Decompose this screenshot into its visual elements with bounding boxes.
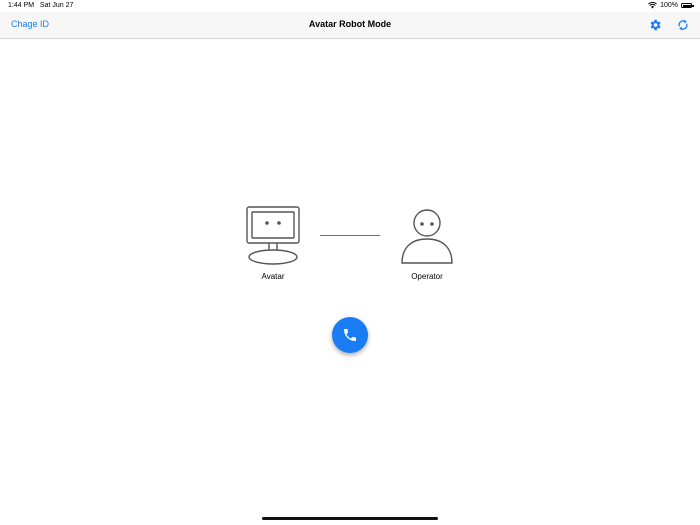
call-button[interactable] xyxy=(332,317,368,353)
page-title: Avatar Robot Mode xyxy=(308,19,392,29)
refresh-icon xyxy=(678,19,688,31)
avatar-node: Avatar xyxy=(240,205,306,281)
wifi-icon xyxy=(648,2,657,9)
settings-button[interactable] xyxy=(648,18,662,32)
battery-icon xyxy=(681,3,694,8)
connection-line xyxy=(320,235,380,237)
status-date-text: Sat Jun 27 xyxy=(39,2,74,9)
avatar-label: Avatar xyxy=(261,272,285,281)
phone-icon xyxy=(344,329,356,341)
gear-icon xyxy=(650,19,661,31)
status-time-text: 1:44 PM xyxy=(8,2,35,9)
avatar-robot-icon xyxy=(246,206,300,265)
status-right: 100% xyxy=(648,2,694,9)
screen: 1:44 PM Sat Jun 27 100% Chage ID Avatar … xyxy=(0,0,700,525)
status-bar: 1:44 PM Sat Jun 27 100% xyxy=(0,0,700,12)
home-indicator[interactable] xyxy=(262,517,438,520)
status-time: 1:44 PM Sat Jun 27 xyxy=(8,2,73,9)
operator-node: Operator xyxy=(396,207,458,281)
operator-label: Operator xyxy=(411,272,443,281)
battery-percent: 100% xyxy=(660,2,678,9)
operator-person-icon xyxy=(401,209,453,264)
navigation-bar: Chage ID Avatar Robot Mode xyxy=(0,12,700,39)
refresh-button[interactable] xyxy=(676,18,690,32)
